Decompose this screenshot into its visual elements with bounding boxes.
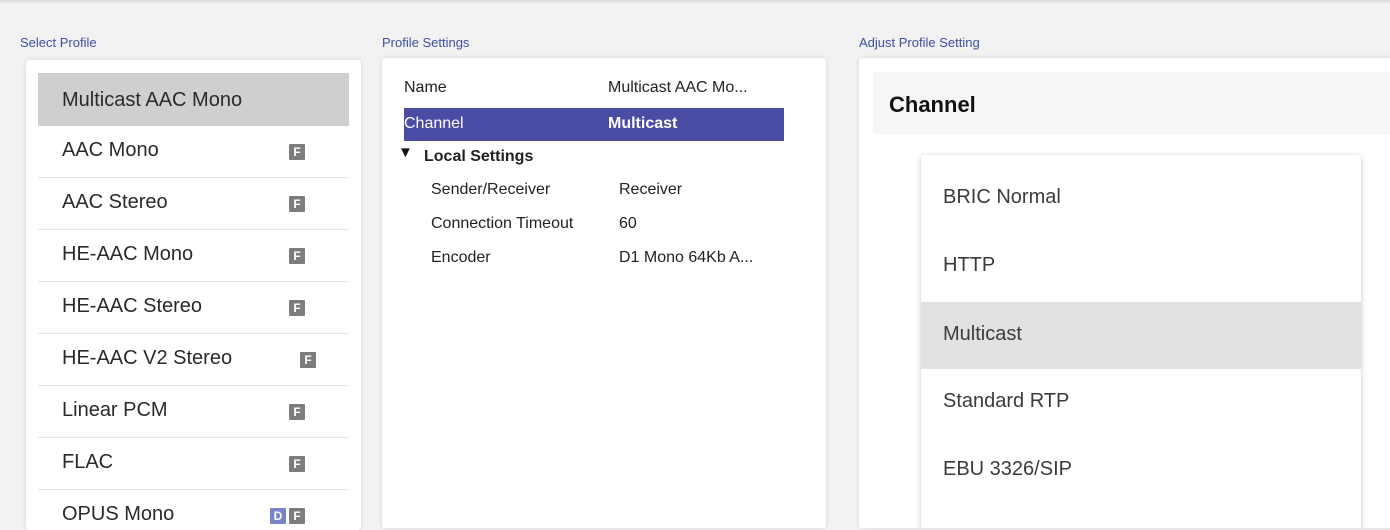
profile-item-flac[interactable]: FLAC F	[38, 438, 349, 490]
setting-value-sender-receiver: Receiver	[619, 181, 683, 198]
window-top-edge	[0, 0, 1390, 4]
option-bric-normal[interactable]: BRIC Normal	[921, 165, 1361, 232]
f-badge-icon: F	[289, 248, 305, 264]
profile-item-label: OPUS Mono	[62, 503, 175, 525]
setting-value-channel: Multicast	[608, 115, 678, 132]
profile-item-label: HE-AAC V2 Stereo	[62, 347, 233, 369]
setting-row-channel[interactable]: Channel Multicast	[404, 108, 784, 141]
d-badge-icon: D	[270, 508, 286, 524]
setting-label: Channel	[404, 115, 464, 132]
profile-item-opus-mono[interactable]: OPUS Mono D F	[38, 490, 349, 530]
profile-item-aac-mono[interactable]: AAC Mono F	[38, 126, 349, 178]
option-label: Multicast	[943, 323, 1022, 345]
profile-item-label: AAC Stereo	[62, 191, 168, 213]
option-http[interactable]: HTTP	[921, 233, 1361, 300]
profile-item-label: Multicast AAC Mono	[62, 89, 243, 111]
profile-item-aac-stereo[interactable]: AAC Stereo F	[38, 178, 349, 230]
adjust-setting-title: Channel	[889, 92, 976, 117]
profile-item-he-aac-stereo[interactable]: HE-AAC Stereo F	[38, 282, 349, 334]
profile-item-linear-pcm[interactable]: Linear PCM F	[38, 386, 349, 438]
adjust-setting-heading: Adjust Profile Setting	[859, 35, 980, 50]
f-badge-icon: F	[289, 508, 305, 524]
option-standard-rtp[interactable]: Standard RTP	[921, 369, 1361, 436]
profile-item-label: HE-AAC Stereo	[62, 295, 203, 317]
local-settings-header: Local Settings	[424, 148, 534, 165]
profile-item-he-aac-mono[interactable]: HE-AAC Mono F	[38, 230, 349, 282]
f-badge-icon: F	[289, 300, 305, 316]
adjust-setting-panel: Channel BRIC Normal HTTP Multicast Stand…	[859, 58, 1390, 528]
profile-item-multicast-aac-mono[interactable]: Multicast AAC Mono	[38, 73, 349, 126]
profile-settings-panel: Name Multicast AAC Mo... Channel Multica…	[382, 58, 826, 528]
f-badge-icon: F	[289, 456, 305, 472]
adjust-setting-header: Channel	[873, 72, 1390, 134]
profile-item-label: Linear PCM	[62, 399, 168, 421]
f-badge-icon: F	[300, 352, 316, 368]
collapse-triangle-icon: ▼	[398, 144, 413, 161]
option-label: Standard RTP	[943, 390, 1070, 412]
option-ebu-3326-sip[interactable]: EBU 3326/SIP	[921, 437, 1361, 504]
setting-label: Sender/Receiver	[431, 181, 551, 198]
option-label: EBU 3326/SIP	[943, 458, 1072, 480]
setting-label: Name	[404, 79, 447, 96]
select-profile-heading: Select Profile	[20, 35, 97, 50]
f-badge-icon: F	[289, 196, 305, 212]
setting-label: Connection Timeout	[431, 215, 574, 232]
setting-row-name[interactable]: Name	[404, 79, 447, 97]
setting-value-connection-timeout: 60	[619, 215, 637, 232]
channel-options-menu: BRIC Normal HTTP Multicast Standard RTP …	[921, 155, 1361, 528]
profile-item-he-aac-v2-stereo[interactable]: HE-AAC V2 Stereo F	[38, 334, 349, 386]
setting-value-name: Multicast AAC Mo...	[608, 79, 748, 96]
f-badge-icon: F	[289, 404, 305, 420]
f-badge-icon: F	[289, 144, 305, 160]
profile-item-label: AAC Mono	[62, 139, 159, 161]
profile-item-label: HE-AAC Mono	[62, 243, 194, 265]
option-label: BRIC Normal	[943, 186, 1061, 208]
option-label: HTTP	[943, 254, 996, 276]
profile-list-panel: Multicast AAC Mono AAC Mono F AAC Stereo…	[26, 60, 361, 530]
setting-label: Encoder	[431, 249, 491, 266]
profile-settings-heading: Profile Settings	[382, 35, 470, 50]
option-multicast[interactable]: Multicast	[921, 302, 1361, 369]
setting-value-encoder: D1 Mono 64Kb A...	[619, 249, 754, 266]
profile-item-label: FLAC	[62, 451, 114, 473]
